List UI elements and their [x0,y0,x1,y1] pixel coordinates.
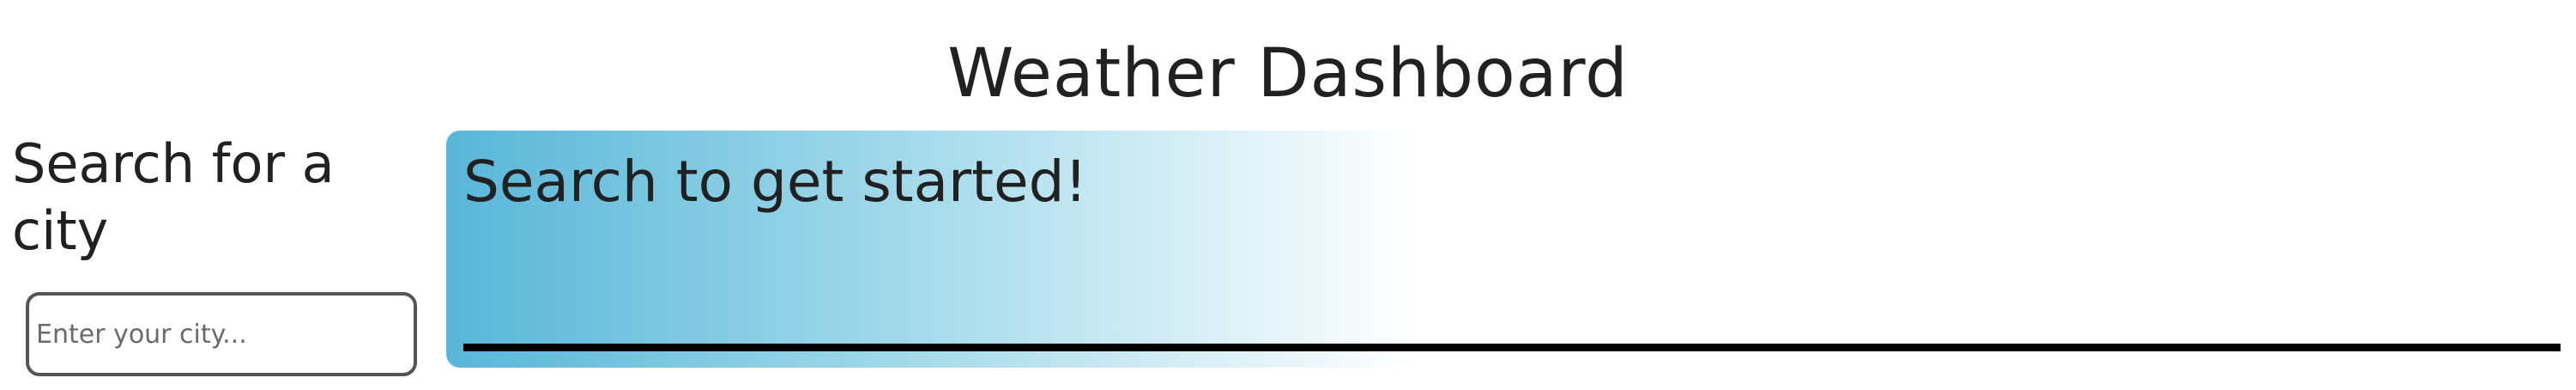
city-search-input[interactable] [26,292,417,376]
weather-results-panel: Search to get started! [446,131,2569,368]
results-divider [463,344,2561,351]
search-sidebar: Search for a city [12,131,424,265]
page-title: Weather Dashboard [947,35,1629,113]
results-heading: Search to get started! [463,149,1087,215]
search-heading: Search for a city [12,132,335,262]
